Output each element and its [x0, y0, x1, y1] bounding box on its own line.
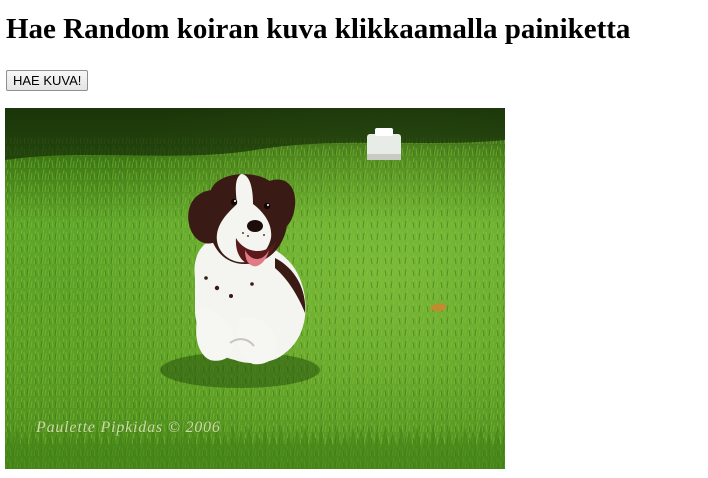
dog-photo-illustration: [5, 108, 505, 469]
fetch-image-button[interactable]: HAE KUVA!: [6, 70, 89, 91]
page-title: Hae Random koiran kuva klikkaamalla pain…: [6, 13, 631, 45]
dog-figure: [188, 174, 306, 365]
dog-photo: Paulette Pipkidas © 2006: [5, 108, 505, 469]
photo-watermark: Paulette Pipkidas © 2006: [36, 419, 221, 436]
